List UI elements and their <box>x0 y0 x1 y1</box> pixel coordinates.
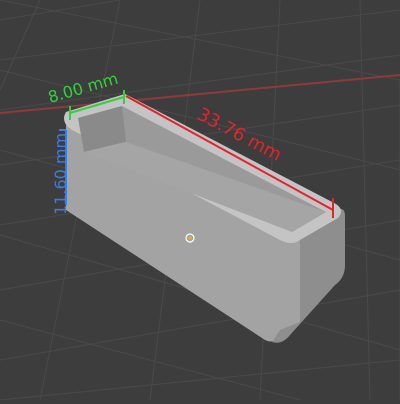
height-dimension-label: 11.60 mm <box>51 133 70 215</box>
box-object[interactable] <box>64 94 345 343</box>
3d-viewport[interactable]: 8.00 mm 33.76 mm 11.60 mm <box>0 0 400 401</box>
viewport-canvas[interactable]: 8.00 mm 33.76 mm 11.60 mm <box>0 0 400 401</box>
height-dimension: 11.60 mm <box>51 129 70 215</box>
